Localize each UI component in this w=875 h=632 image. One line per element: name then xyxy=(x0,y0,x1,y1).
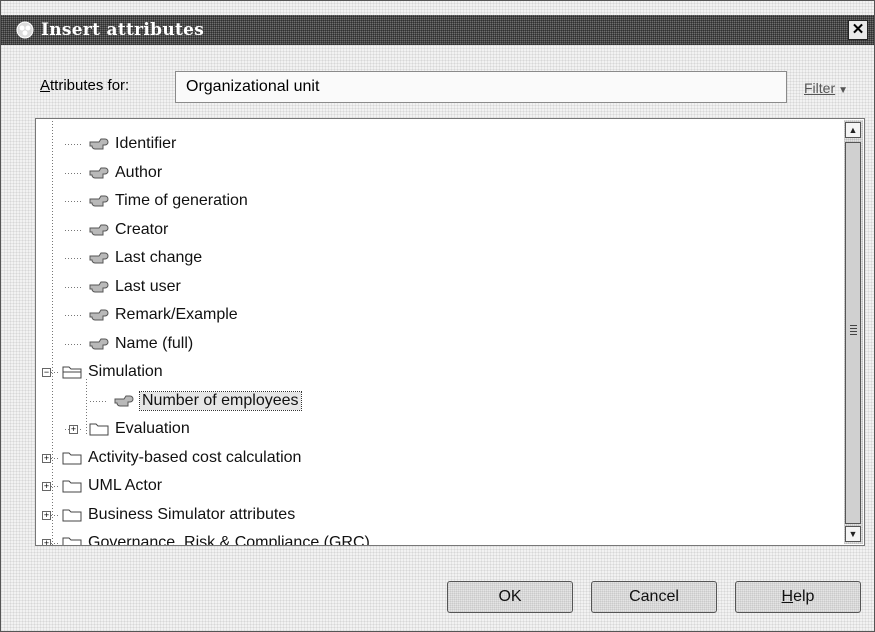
folder-icon xyxy=(62,508,82,522)
folder-icon xyxy=(62,451,82,465)
tree-connector xyxy=(86,377,87,435)
tree-item-label: Time of generation xyxy=(115,192,248,209)
tree-connector xyxy=(65,258,83,259)
tree-connector xyxy=(90,400,108,402)
tree-connector xyxy=(65,172,83,174)
expand-icon[interactable]: + xyxy=(42,510,51,520)
cancel-button[interactable]: Cancel xyxy=(591,581,717,613)
attribute-icon xyxy=(114,394,134,408)
collapse-icon[interactable]: − xyxy=(42,368,51,377)
scroll-down-button[interactable]: ▼ xyxy=(845,526,861,542)
tree-item[interactable]: Time of generation xyxy=(89,189,248,213)
title-bar[interactable]: Insert attributes ✕ xyxy=(1,15,874,45)
help-accel: H xyxy=(781,588,794,605)
attribute-tree[interactable]: ▲ ▼ Identifier Author Time of generation Cr… xyxy=(35,118,865,546)
tree-item[interactable]: Governance, Risk & Compliance (GRC) xyxy=(62,531,370,546)
attributes-for-label-rest: ttributes for: xyxy=(50,77,130,94)
scroll-grip-icon xyxy=(850,323,857,337)
attribute-icon xyxy=(89,251,109,265)
attributes-for-label: Attributes for: xyxy=(40,77,129,94)
folder-icon xyxy=(89,422,109,436)
attribute-icon xyxy=(89,337,109,351)
ok-button[interactable]: OK xyxy=(447,581,573,613)
expand-icon[interactable]: + xyxy=(42,453,51,463)
tree-item[interactable]: Business Simulator attributes xyxy=(62,503,295,527)
tree-item[interactable]: Activity-based cost calculation xyxy=(62,446,301,470)
filter-link[interactable]: Filter ▼ xyxy=(804,80,848,96)
dialog-title: Insert attributes xyxy=(41,20,205,40)
tree-item-label: Last user xyxy=(115,277,181,295)
help-button[interactable]: Help xyxy=(735,581,861,613)
attributes-for-field[interactable]: Organizational unit xyxy=(175,71,787,103)
tree-item[interactable]: UML Actor xyxy=(62,474,162,498)
scroll-up-button[interactable]: ▲ xyxy=(845,122,861,138)
tree-item-label: Identifier xyxy=(115,135,177,152)
help-label-rest: elp xyxy=(793,588,815,605)
attribute-icon xyxy=(89,280,109,294)
tree-connector xyxy=(52,119,53,545)
tree-item[interactable]: Author xyxy=(89,161,162,185)
tree-item-label: Author xyxy=(115,163,163,181)
tree-item[interactable]: Creator xyxy=(89,218,168,242)
app-icon xyxy=(16,21,34,39)
tree-item-label: Governance, Risk & Compliance (GRC) xyxy=(88,534,370,546)
attribute-icon xyxy=(89,166,109,180)
expand-icon[interactable]: + xyxy=(69,425,78,434)
tree-item-label: Activity-based cost calculation xyxy=(88,448,302,466)
scroll-thumb[interactable] xyxy=(845,142,861,524)
expand-icon[interactable]: + xyxy=(42,539,51,545)
tree-item[interactable]: Last change xyxy=(89,246,202,270)
tree-connector xyxy=(65,201,83,202)
close-icon: ✕ xyxy=(851,21,865,38)
tree-connector xyxy=(65,315,83,316)
tree-item-label: Remark/Example xyxy=(115,306,238,323)
tree-connector xyxy=(65,343,83,345)
tree-item[interactable]: Name (full) xyxy=(89,332,193,356)
tree-item[interactable]: Number of employees xyxy=(114,389,302,413)
tree-connector xyxy=(65,229,83,231)
folder-icon xyxy=(62,479,82,493)
attribute-icon xyxy=(89,308,109,322)
tree-item[interactable]: Evaluation xyxy=(89,417,190,441)
attribute-icon xyxy=(89,223,109,237)
attribute-icon xyxy=(89,137,109,151)
tree-item-label: Creator xyxy=(115,220,169,238)
tree-item-label: Business Simulator attributes xyxy=(88,505,296,523)
close-button[interactable]: ✕ xyxy=(848,20,868,40)
insert-attributes-dialog: Insert attributes ✕ Attributes for: Orga… xyxy=(0,0,875,632)
scroll-up-icon: ▲ xyxy=(848,125,858,135)
tree-item-label: Last change xyxy=(115,249,203,266)
tree-item[interactable]: Simulation xyxy=(62,360,163,384)
tree-item-label: Evaluation xyxy=(115,420,190,437)
tree-item[interactable]: Remark/Example xyxy=(89,303,238,327)
scroll-down-icon: ▼ xyxy=(848,529,858,539)
tree-item-label: UML Actor xyxy=(88,477,163,494)
tree-item[interactable]: Identifier xyxy=(89,132,176,156)
attribute-icon xyxy=(89,194,109,208)
tree-item-label: Number of employees xyxy=(139,390,302,411)
folder-open-icon xyxy=(62,365,82,379)
filter-label: Filter xyxy=(804,80,836,96)
tree-connector xyxy=(65,286,83,288)
vertical-scrollbar[interactable]: ▲ ▼ xyxy=(844,120,863,544)
tree-item-label: Simulation xyxy=(88,363,163,380)
expand-icon[interactable]: + xyxy=(42,482,51,491)
tree-connector xyxy=(65,144,83,145)
attributes-for-accel: A xyxy=(40,77,51,94)
folder-icon xyxy=(62,536,82,545)
tree-item-label: Name (full) xyxy=(115,334,194,352)
filter-dropdown-icon: ▼ xyxy=(838,85,849,96)
tree-item[interactable]: Last user xyxy=(89,275,181,299)
